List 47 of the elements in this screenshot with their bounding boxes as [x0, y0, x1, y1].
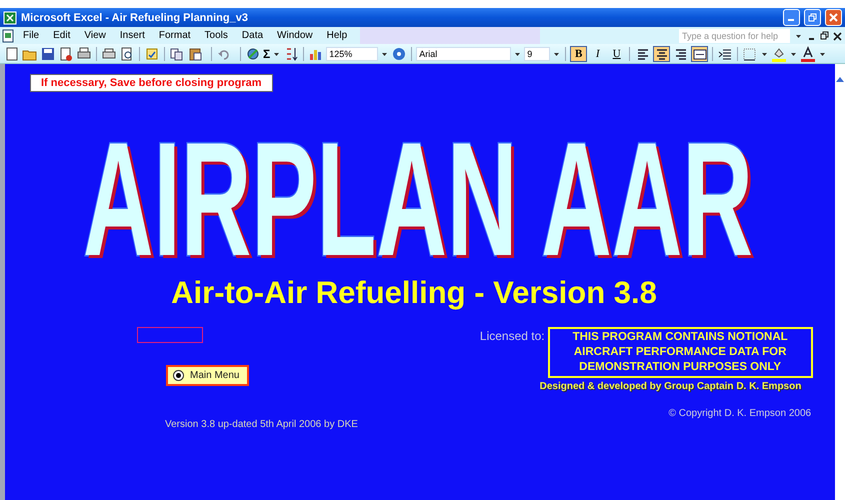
window-title: Microsoft Excel - Air Refueling Planning_v3 — [21, 12, 249, 24]
format-button[interactable]: U — [608, 46, 626, 62]
empty-input-box[interactable] — [137, 327, 203, 343]
version-note: Version 3.8 up-dated 5th April 2006 by DKE — [165, 419, 358, 430]
borders-icon[interactable] — [742, 46, 758, 62]
license-notice: THIS PROGRAM CONTAINS NOTIONAL AIRCRAFT PERFORMANCE DATA FOR DEMONSTRATION PURPOSES ONLY — [548, 327, 813, 378]
font-color-icon[interactable] — [800, 46, 816, 62]
menu-item[interactable]: View — [77, 30, 113, 41]
scroll-up-icon[interactable] — [836, 76, 844, 82]
document-icon[interactable] — [58, 46, 74, 62]
menu-item[interactable]: Window — [270, 30, 320, 41]
menu-item[interactable]: Data — [234, 30, 270, 41]
credits-text: Designed & developed by Group Captain D. K. Empson — [540, 381, 802, 392]
fill-color-icon[interactable] — [771, 46, 788, 62]
program-title: AIRPLAN AAR — [83, 130, 753, 270]
format-button[interactable]: I — [589, 46, 606, 62]
close-icon — [829, 13, 838, 22]
align-center-button[interactable] — [653, 46, 670, 62]
minimize-button[interactable] — [783, 9, 800, 26]
copyright-text: © Copyright D. K. Empson 2006 — [668, 408, 812, 419]
subtitle: Air-to-Air Refuelling - Version 3.8 — [171, 275, 658, 311]
menu-item[interactable]: Format — [152, 30, 198, 41]
excel-logo-icon — [3, 10, 17, 24]
menu-item[interactable]: Help — [320, 30, 354, 41]
close-button[interactable] — [825, 9, 842, 26]
main-menu-button[interactable]: Main Menu — [166, 365, 250, 386]
align-merge-button[interactable] — [691, 46, 708, 62]
new-document-icon[interactable] — [4, 46, 20, 62]
spelling-icon[interactable] — [144, 46, 160, 62]
printer-icon[interactable] — [76, 46, 92, 62]
printer-icon[interactable] — [101, 46, 117, 62]
font-field[interactable]: Arial — [416, 46, 512, 60]
help-search-field[interactable]: Type a question for help — [679, 28, 790, 42]
zoom-field[interactable]: 125% — [326, 46, 378, 60]
font-size-field[interactable]: 9 — [524, 46, 550, 60]
format-button[interactable]: B — [570, 46, 588, 62]
menu-item[interactable]: File — [16, 30, 46, 41]
document-icon[interactable] — [0, 28, 16, 44]
restore-button[interactable] — [804, 9, 821, 26]
restore-icon — [808, 13, 817, 22]
menu-item[interactable]: Edit — [46, 30, 78, 41]
notice-label: If necessary, Save before closing program — [30, 74, 272, 92]
save-icon[interactable] — [40, 46, 56, 62]
menu-item[interactable]: Insert — [112, 30, 152, 41]
menu-item[interactable]: Tools — [198, 30, 235, 41]
copy-icon[interactable] — [169, 46, 185, 62]
autosum-button[interactable]: Σ — [263, 46, 270, 60]
